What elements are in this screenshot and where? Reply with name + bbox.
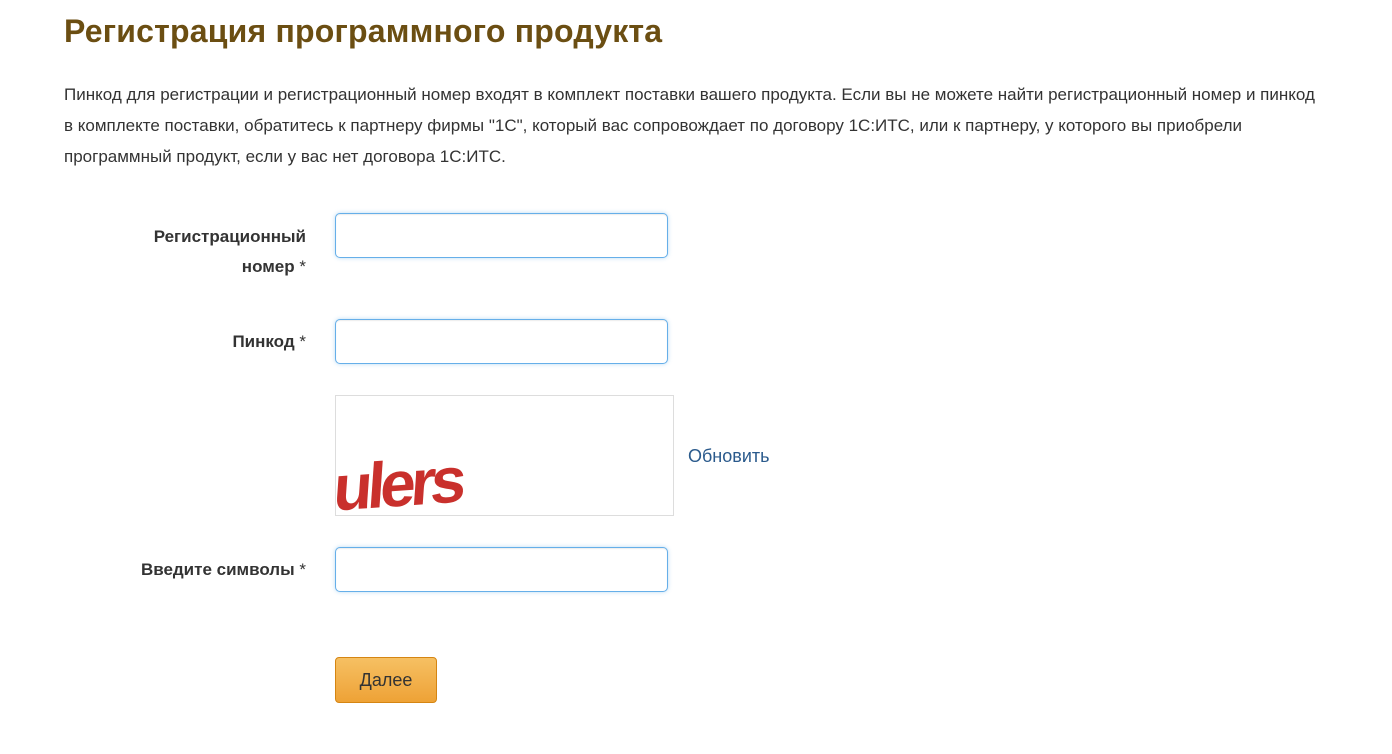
captcha-input[interactable]	[335, 547, 668, 592]
required-mark: *	[299, 257, 306, 276]
required-mark: *	[299, 560, 306, 579]
pincode-label: Пинкод *	[64, 327, 306, 357]
reg-number-label-line2: номер *	[64, 252, 306, 282]
reg-number-input[interactable]	[335, 213, 668, 258]
reg-number-label-line1: Регистрационный	[153, 227, 306, 246]
symbols-label: Введите символы *	[64, 555, 306, 585]
reg-number-label-text: номер	[241, 257, 295, 276]
pincode-label-text: Пинкод	[232, 332, 295, 351]
page-title: Регистрация программного продукта	[64, 13, 663, 49]
next-button[interactable]: Далее	[335, 657, 437, 703]
required-mark: *	[299, 332, 306, 351]
intro-text: Пинкод для регистрации и регистрационный…	[64, 85, 1315, 166]
captcha-image: ulers	[335, 395, 674, 516]
captcha-refresh-link[interactable]: Обновить	[688, 443, 770, 469]
captcha-svg: ulers	[336, 443, 467, 516]
reg-number-label: Регистрационный номер *	[64, 222, 306, 282]
registration-page: Регистрация программного продукта Пинкод…	[0, 0, 1392, 754]
pincode-input[interactable]	[335, 319, 668, 364]
symbols-label-text: Введите символы	[140, 560, 295, 579]
captcha-text: ulers	[336, 443, 467, 516]
